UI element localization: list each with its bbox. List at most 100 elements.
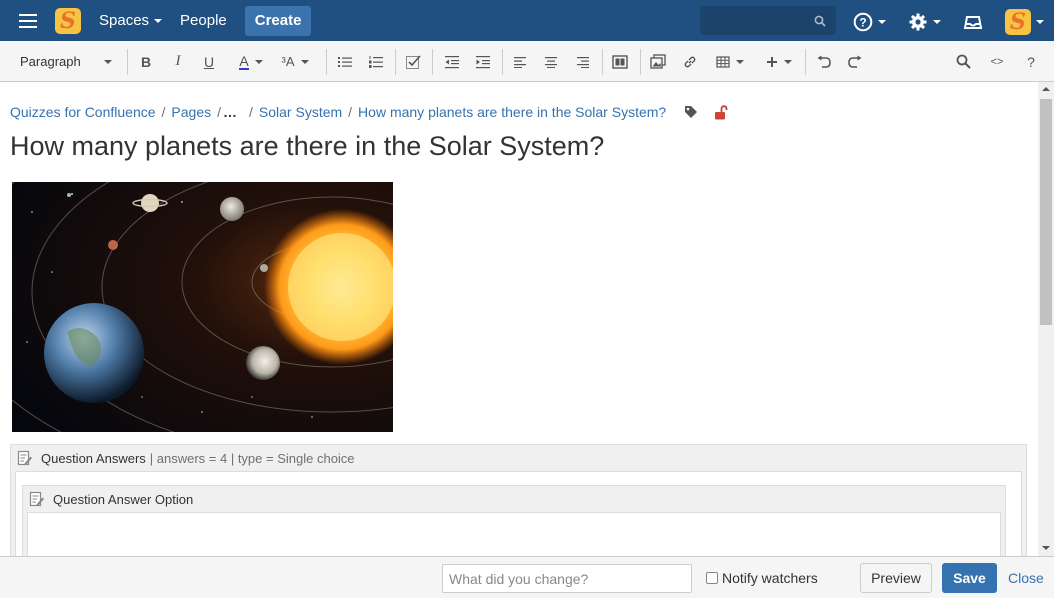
solar-system-image[interactable] (12, 182, 393, 432)
undo-button[interactable] (814, 41, 834, 82)
breadcrumb-item-current[interactable]: How many planets are there in the Solar … (358, 104, 666, 120)
breadcrumb-separator: / (348, 104, 353, 120)
settings-menu[interactable] (908, 12, 941, 32)
question-answers-macro[interactable]: Question Answers | answers = 4 | type = … (10, 444, 1027, 556)
chevron-down-icon (933, 20, 941, 24)
notify-watchers-checkbox[interactable] (706, 572, 718, 584)
preview-button[interactable]: Preview (860, 563, 932, 593)
insert-image-icon (650, 53, 666, 69)
page-layout-button[interactable] (610, 41, 630, 82)
table-icon (716, 55, 730, 68)
create-button[interactable]: Create (244, 5, 312, 36)
find-replace-button[interactable] (953, 41, 973, 82)
toolbar-divider (502, 49, 503, 75)
editor-scrollbar[interactable] (1038, 82, 1054, 556)
paragraph-label: Paragraph (20, 54, 81, 69)
insert-image-button[interactable] (648, 41, 668, 82)
editor-help-button[interactable]: ? (1021, 41, 1041, 82)
underline-button[interactable]: U (199, 41, 219, 82)
tag-icon (685, 106, 698, 118)
align-center-button[interactable] (541, 41, 561, 82)
insert-table-button[interactable] (712, 41, 748, 82)
redo-icon (848, 55, 862, 68)
svg-text:?: ? (859, 16, 866, 30)
redo-button[interactable] (845, 41, 865, 82)
toolbar-divider (326, 49, 327, 75)
breadcrumb-separator: / (161, 104, 166, 120)
chevron-down-icon (1036, 20, 1044, 24)
source-editor-button[interactable]: <> (986, 41, 1008, 82)
notify-watchers-option[interactable]: Notify watchers (706, 570, 818, 586)
search-icon (814, 15, 826, 27)
numbered-list-icon (369, 55, 383, 68)
chevron-down-icon (104, 59, 112, 64)
chevron-down-icon (154, 18, 163, 23)
top-navigation: S Spaces People Create ? S (0, 0, 1054, 41)
insert-more-button[interactable] (762, 41, 796, 82)
search-input[interactable] (700, 6, 836, 35)
spaces-label: Spaces (99, 12, 150, 29)
question-answer-option-macro[interactable]: Question Answer Option (22, 485, 1006, 556)
labels-button[interactable] (684, 105, 698, 119)
breadcrumb-item-space[interactable]: Quizzes for Confluence (10, 104, 156, 120)
inner-macro-title: Question Answer Option (53, 491, 194, 507)
bold-button[interactable]: B (136, 41, 156, 82)
save-button[interactable]: Save (942, 563, 997, 593)
find-icon (956, 54, 971, 69)
user-menu[interactable]: S (1005, 9, 1044, 35)
spaces-menu[interactable]: Spaces (99, 12, 163, 29)
help-menu[interactable]: ? (853, 12, 886, 32)
text-color-icon: A (239, 52, 249, 70)
restrictions-button[interactable] (714, 104, 728, 120)
app-logo[interactable]: S (55, 7, 81, 34)
editor-footer: Notify watchers Preview Save Close (0, 556, 1054, 598)
text-color-button[interactable]: A (231, 41, 271, 82)
outdent-icon (445, 55, 459, 68)
menu-icon[interactable] (19, 11, 47, 31)
notify-watchers-label: Notify watchers (722, 570, 818, 586)
bullet-list-button[interactable] (335, 41, 355, 82)
toolbar-divider (805, 49, 806, 75)
task-list-button[interactable] (403, 41, 423, 82)
align-right-button[interactable] (573, 41, 593, 82)
bullet-list-icon (338, 56, 352, 67)
chevron-down-icon (736, 59, 744, 64)
insert-link-button[interactable] (680, 41, 700, 82)
toolbar-divider (640, 49, 641, 75)
indent-button[interactable] (473, 41, 493, 82)
text-format-icon: ³A (281, 54, 295, 69)
editor-content[interactable]: Quizzes for Confluence / Pages / … / Sol… (0, 82, 1038, 556)
scroll-up-arrow-icon[interactable] (1042, 87, 1050, 91)
people-link[interactable]: People (180, 12, 227, 29)
task-list-icon (406, 54, 421, 69)
inner-macro-body[interactable] (27, 512, 1001, 556)
page-title[interactable]: How many planets are there in the Solar … (10, 131, 604, 162)
chevron-down-icon (878, 20, 886, 24)
scroll-down-arrow-icon[interactable] (1042, 546, 1050, 550)
page-layout-icon (612, 54, 628, 69)
paragraph-format-dropdown[interactable]: Paragraph (14, 41, 118, 82)
link-icon (684, 56, 696, 67)
text-format-button[interactable]: ³A (277, 41, 313, 82)
align-center-icon (545, 56, 557, 68)
close-link[interactable]: Close (1008, 570, 1044, 586)
version-comment-input[interactable] (442, 564, 692, 593)
macro-edit-icon (17, 450, 32, 465)
macro-parameters: | answers = 4 | type = Single choice (149, 450, 355, 466)
breadcrumb-ellipsis[interactable]: … (223, 104, 237, 120)
numbered-list-button[interactable] (366, 41, 386, 82)
breadcrumb-item-parent[interactable]: Solar System (259, 104, 342, 120)
italic-button[interactable]: I (168, 41, 188, 82)
outdent-button[interactable] (442, 41, 462, 82)
breadcrumb-separator: / (217, 104, 222, 120)
notifications-button[interactable] (963, 13, 983, 31)
chevron-down-icon (254, 59, 263, 64)
help-icon: ? (853, 12, 873, 32)
scroll-thumb[interactable] (1040, 99, 1052, 325)
align-left-button[interactable] (510, 41, 530, 82)
toolbar-divider (395, 49, 396, 75)
unlock-icon (715, 104, 728, 119)
breadcrumb: Quizzes for Confluence / Pages / … / Sol… (10, 104, 728, 120)
breadcrumb-item-pages[interactable]: Pages (171, 104, 211, 120)
settings-icon (909, 13, 927, 31)
